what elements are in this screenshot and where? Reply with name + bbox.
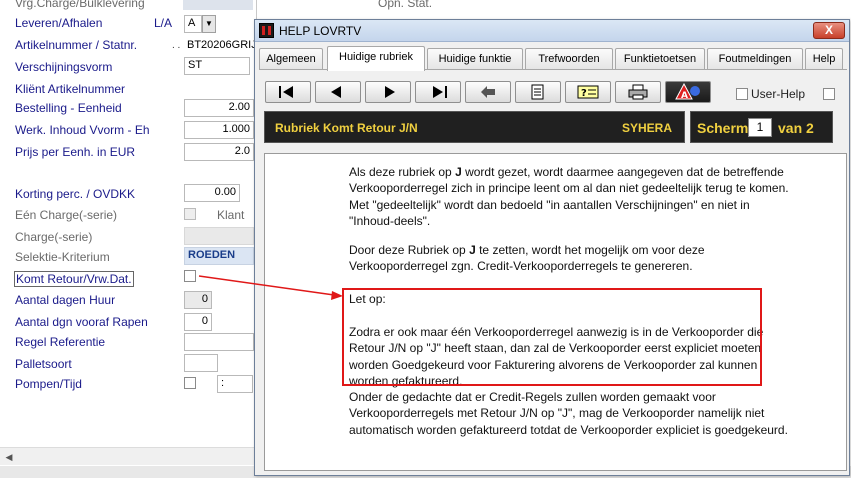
help-window-title: HELP LOVRTV: [279, 24, 362, 38]
label-komt-retour: Komt Retour/Vrw.Dat.: [14, 271, 134, 287]
previous-icon: [331, 86, 341, 98]
prijs-per-eenheid-field[interactable]: 2.0: [184, 143, 254, 161]
verschijningsvorm-field[interactable]: ST: [184, 57, 250, 75]
tab-funktietoetsen[interactable]: Funktietoetsen: [615, 48, 705, 70]
scroll-left-icon[interactable]: ◀: [2, 450, 16, 464]
leveren-afhalen-select[interactable]: A: [184, 15, 202, 33]
label-aantal-dagen-huur: Aantal dagen Huur: [15, 293, 116, 307]
label-selektie-kriterium: Selektie-Kriterium: [15, 250, 110, 264]
book-icon: [531, 84, 544, 100]
close-button[interactable]: X: [813, 22, 845, 39]
svg-text:?: ?: [581, 88, 587, 99]
rubriek-title: Rubriek Komt Retour J/N: [275, 121, 418, 135]
charge-serie-field[interactable]: [184, 227, 254, 245]
warning-icon: A: [675, 83, 700, 101]
help-question-icon: ?: [577, 85, 599, 99]
scherm-label: Scherm: [697, 120, 749, 136]
selektie-kriterium-field[interactable]: ROEDEN: [184, 247, 254, 265]
label-pompen-tijd: Pompen/Tijd: [15, 377, 82, 391]
user-help-checkbox[interactable]: [736, 88, 748, 100]
user-help-checkbox-2[interactable]: [823, 88, 835, 100]
help-paragraph-1: Als deze rubriek op J wordt gezet, wordt…: [349, 165, 789, 228]
label-leveren-afhalen: Leveren/Afhalen: [15, 16, 103, 30]
aantal-dagen-huur-field[interactable]: 0: [184, 291, 212, 309]
annotation-highlight-box: [342, 288, 762, 386]
previous-page-button[interactable]: [315, 81, 361, 103]
next-page-button[interactable]: [365, 81, 411, 103]
help-window: HELP LOVRTV X Algemeen Huidige rubriek H…: [254, 19, 850, 476]
scherm-number-field[interactable]: 1: [748, 118, 772, 137]
label-aantal-dgn-vooraf: Aantal dgn vooraf Rapen: [15, 315, 148, 329]
back-button[interactable]: [465, 81, 511, 103]
label-verschijningsvorm: Verschijningsvorm: [15, 60, 113, 74]
last-page-icon: [433, 86, 447, 98]
label-werk-inhoud: Werk. Inhoud Vvorm - Eh: [15, 123, 150, 137]
index-button[interactable]: [515, 81, 561, 103]
label-vrg-charge: Vrg.Charge/Bulklevering: [15, 0, 145, 10]
pompen-tijd-field[interactable]: :: [217, 375, 253, 393]
label-bestelling-eenheid: Bestelling - Eenheid: [15, 101, 122, 115]
label-artikelnummer: Artikelnummer / Statnr.: [15, 38, 138, 52]
komt-retour-checkbox[interactable]: [184, 270, 196, 282]
app-icon: [259, 23, 274, 38]
top-grey-field: [183, 0, 253, 10]
label-charge-serie: Charge(-serie): [15, 230, 93, 244]
help-window-titlebar[interactable]: HELP LOVRTV X: [255, 20, 849, 42]
label-een-charge: Eén Charge(-serie): [15, 208, 118, 222]
dropdown-arrow-icon[interactable]: ▼: [202, 15, 216, 33]
lookup-dots[interactable]: . .: [172, 40, 180, 51]
help-paragraph-2: Door deze Rubriek op J te zetten, wordt …: [349, 243, 705, 274]
rubriek-code: SYHERA: [621, 121, 672, 135]
pompen-checkbox[interactable]: [184, 377, 196, 389]
regel-referentie-field[interactable]: [184, 333, 254, 351]
label-regel-referentie: Regel Referentie: [15, 335, 106, 349]
help-content: Als deze rubriek op J wordt gezet, wordt…: [264, 153, 847, 471]
label-klient-artikelnummer: Kliënt Artikelnummer: [15, 82, 126, 96]
scherm-panel: Scherm 1 van 2: [690, 111, 833, 143]
scherm-total: van 2: [778, 120, 814, 136]
werk-inhoud-field[interactable]: 1.000: [184, 121, 254, 139]
label-opn-stat: Opn. Stat.: [378, 0, 433, 10]
tab-huidige-rubriek[interactable]: Huidige rubriek: [327, 46, 425, 71]
tab-huidige-funktie[interactable]: Huidige funktie: [427, 48, 523, 70]
print-button[interactable]: [615, 81, 661, 103]
artikelnummer-field[interactable]: BT20206GRIJ: [184, 37, 254, 55]
tab-help[interactable]: Help: [805, 48, 843, 70]
svg-text:A: A: [681, 91, 688, 101]
first-page-icon: [279, 86, 293, 98]
aantal-dgn-vooraf-field[interactable]: 0: [184, 313, 212, 331]
horizontal-scrollbar[interactable]: ◀: [0, 447, 256, 465]
tab-bar: Algemeen Huidige rubriek Huidige funktie…: [259, 46, 847, 71]
label-la: L/A: [154, 16, 173, 30]
last-page-button[interactable]: [415, 81, 461, 103]
first-page-button[interactable]: [265, 81, 311, 103]
label-palletsoort: Palletsoort: [15, 357, 72, 371]
printer-icon: [628, 84, 648, 100]
palletsoort-field[interactable]: [184, 354, 218, 372]
label-prijs-per-eenheid: Prijs per Eenh. in EUR: [15, 145, 136, 159]
user-help-toggle[interactable]: User-Help: [736, 87, 835, 101]
user-help-label: User-Help: [751, 87, 806, 101]
korting-field[interactable]: 0.00: [184, 184, 240, 202]
tab-foutmeldingen[interactable]: Foutmeldingen: [707, 48, 803, 70]
een-charge-checkbox[interactable]: [184, 208, 196, 220]
label-klant: Klant: [217, 208, 245, 222]
tab-trefwoorden[interactable]: Trefwoorden: [525, 48, 613, 70]
warning-button[interactable]: A: [665, 81, 711, 103]
help-paragraph-3: Onder de gedachte dat er Credit-Regels z…: [349, 390, 788, 437]
bestelling-eenheid-field[interactable]: 2.00: [184, 99, 254, 117]
rubriek-panel: Rubriek Komt Retour J/N SYHERA: [264, 111, 685, 143]
label-korting: Korting perc. / OVDKK: [15, 187, 136, 201]
tab-algemeen[interactable]: Algemeen: [259, 48, 323, 70]
search-help-button[interactable]: ?: [565, 81, 611, 103]
next-icon: [385, 86, 395, 98]
back-arrow-icon: [481, 86, 495, 98]
